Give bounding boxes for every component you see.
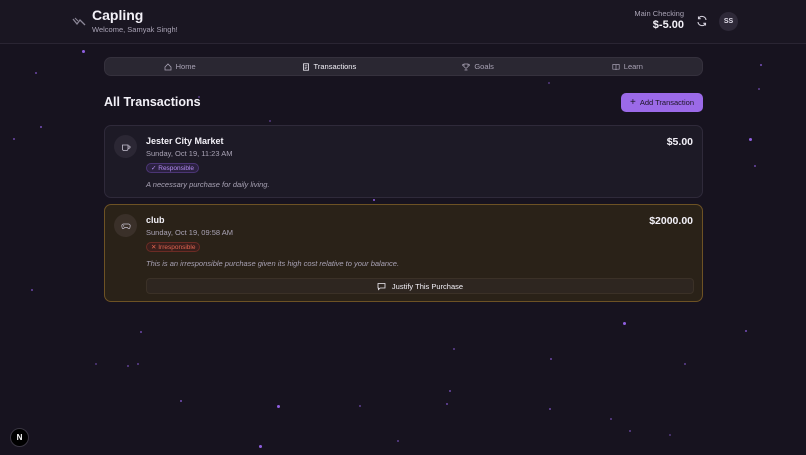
home-icon bbox=[164, 62, 172, 70]
transaction-date: Sunday, Oct 19, 11:23 AM bbox=[146, 149, 233, 158]
transaction-name: Jester City Market bbox=[146, 136, 224, 146]
tab-transactions-label: Transactions bbox=[313, 62, 357, 71]
transaction-note: This is an irresponsible purchase given … bbox=[146, 259, 400, 268]
dev-badge[interactable]: N bbox=[10, 428, 29, 447]
tab-home[interactable]: Home bbox=[105, 58, 254, 75]
add-transaction-button[interactable]: + Add Transaction bbox=[621, 93, 703, 112]
tab-goals-label: Goals bbox=[474, 62, 494, 71]
page-title: All Transactions bbox=[104, 95, 201, 109]
tab-goals[interactable]: Goals bbox=[404, 58, 553, 75]
justify-purchase-label: Justify This Purchase bbox=[391, 281, 464, 291]
transaction-icon bbox=[114, 214, 137, 237]
transaction-name: club bbox=[146, 215, 165, 225]
message-icon bbox=[377, 282, 386, 291]
app-title: Capling bbox=[92, 7, 144, 23]
account-balance: $-5.00 bbox=[652, 19, 684, 31]
trophy-icon bbox=[462, 63, 471, 70]
transaction-icon bbox=[114, 135, 137, 158]
receipt-icon bbox=[302, 62, 309, 71]
transaction-amount: $5.00 bbox=[666, 136, 693, 148]
add-transaction-label: Add Transaction bbox=[639, 98, 695, 107]
status-badge: ✕ Irresponsible bbox=[146, 242, 201, 252]
tab-transactions[interactable]: Transactions bbox=[254, 58, 403, 75]
transaction-date: Sunday, Oct 19, 09:58 AM bbox=[146, 228, 233, 237]
plus-icon: + bbox=[629, 96, 636, 108]
justify-purchase-button[interactable]: Justify This Purchase bbox=[146, 278, 694, 294]
main-nav: Home Transactions Goals Learn bbox=[104, 57, 703, 76]
account-label: Main Checking bbox=[634, 9, 684, 18]
refresh-icon[interactable] bbox=[696, 15, 708, 27]
logo-icon bbox=[72, 17, 86, 26]
status-badge: ✓ Responsible bbox=[146, 163, 200, 173]
coffee-icon bbox=[121, 144, 130, 151]
avatar[interactable]: SS bbox=[719, 12, 738, 31]
tab-learn[interactable]: Learn bbox=[553, 58, 702, 75]
tab-home-label: Home bbox=[175, 62, 196, 71]
app-header: Capling Welcome, Samyak Singh! Main Chec… bbox=[0, 0, 806, 44]
transaction-amount: $2000.00 bbox=[649, 215, 693, 227]
transaction-card[interactable]: Jester City Market Sunday, Oct 19, 11:23… bbox=[104, 125, 703, 198]
tab-learn-label: Learn bbox=[623, 62, 643, 71]
transaction-card[interactable]: club Sunday, Oct 19, 09:58 AM $2000.00 ✕… bbox=[104, 204, 703, 302]
book-icon bbox=[612, 63, 620, 70]
transaction-note: A necessary purchase for daily living. bbox=[146, 180, 270, 189]
welcome-text: Welcome, Samyak Singh! bbox=[92, 25, 178, 34]
gamepad-icon bbox=[120, 223, 131, 229]
